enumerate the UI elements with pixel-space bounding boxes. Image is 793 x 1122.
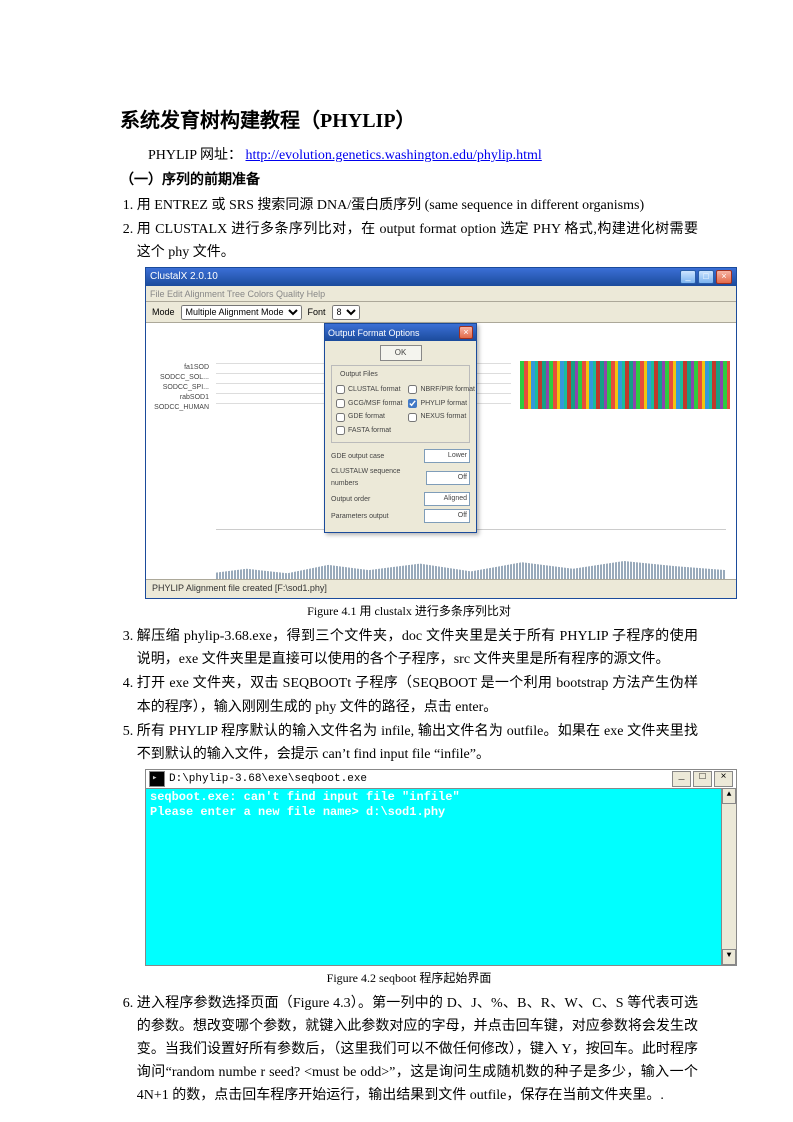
dialog-titlebar: Output Format Options × [325, 324, 476, 341]
menu-bar[interactable]: File Edit Alignment Tree Colors Quality … [146, 286, 736, 302]
page-title: 系统发育树构建教程（PHYLIP） [120, 105, 698, 138]
console-titlebar: D:\phylip-3.68\exe\seqboot.exe _ □ × [146, 770, 736, 789]
sequence-names: fa1SOD SODCC_SOL... SODCC_SPI... rabSOD1… [154, 363, 209, 413]
field-label: CLUSTALW sequence numbers [331, 466, 426, 489]
scroll-up-icon[interactable]: ▲ [722, 788, 736, 804]
list-item: 进入程序参数选择页面（Figure 4.3）。第一列中的 D、J、%、B、R、W… [137, 992, 698, 1107]
step-list: 解压缩 phylip-3.68.exe，得到三个文件夹，doc 文件夹里是关于所… [120, 625, 698, 766]
console-output[interactable]: seqboot.exe: can't find input file "infi… [146, 788, 722, 965]
field-label: GDE output case [331, 451, 384, 463]
group-label: Output Files [338, 369, 380, 381]
section-heading: （一）序列的前期准备 [120, 169, 698, 192]
intro-prefix: PHYLIP 网址： [148, 148, 246, 163]
mode-label: Mode [152, 305, 175, 320]
list-item: 用 ENTREZ 或 SRS 搜索同源 DNA/蛋白质序列 (same sequ… [137, 194, 698, 217]
nbrf-checkbox[interactable] [408, 385, 417, 394]
console-title-text: D:\phylip-3.68\exe\seqboot.exe [169, 770, 367, 788]
identity-graph [216, 529, 726, 580]
close-icon[interactable]: × [716, 270, 732, 284]
seqboot-console: D:\phylip-3.68\exe\seqboot.exe _ □ × seq… [145, 769, 737, 966]
ok-button[interactable]: OK [380, 345, 422, 360]
checkbox-label: GDE format [348, 411, 385, 423]
list-item: 打开 exe 文件夹，双击 SEQBOOTt 子程序（SEQBOOT 是一个利用… [137, 672, 698, 718]
dialog-title: Output Format Options [328, 326, 420, 341]
output-files-group: Output Files CLUSTAL format GCG/MSF form… [331, 365, 470, 444]
step-list: 进入程序参数选择页面（Figure 4.3）。第一列中的 D、J、%、B、R、W… [120, 992, 698, 1107]
cmd-icon [149, 771, 165, 787]
minimize-icon[interactable]: _ [672, 771, 691, 787]
list-item: 所有 PHYLIP 程序默认的输入文件名为 infile, 输出文件名为 out… [137, 720, 698, 766]
seq-name: fa1SOD [154, 363, 209, 373]
nexus-checkbox[interactable] [408, 413, 417, 422]
checkbox-label: PHYLIP format [420, 398, 467, 410]
list-item: 解压缩 phylip-3.68.exe，得到三个文件夹，doc 文件夹里是关于所… [137, 625, 698, 671]
checkbox-label: FASTA format [348, 425, 391, 437]
scrollbar[interactable]: ▲ ▼ [721, 788, 736, 965]
gcg-checkbox[interactable] [336, 399, 345, 408]
close-icon[interactable]: × [714, 771, 733, 787]
window-title: ClustalX 2.0.10 [150, 269, 218, 286]
seqnum-select[interactable]: Off [426, 471, 470, 485]
field-label: Output order [331, 494, 370, 506]
list-item: 用 CLUSTALX 进行多条序列比对，在 output format opti… [137, 218, 698, 264]
close-icon[interactable]: × [459, 326, 473, 339]
checkbox-label: NEXUS format [420, 411, 466, 423]
phylip-checkbox[interactable] [408, 399, 417, 408]
fasta-checkbox[interactable] [336, 426, 345, 435]
maximize-icon[interactable]: □ [698, 270, 714, 284]
params-select[interactable]: Off [424, 509, 470, 523]
figure-caption: Figure 4.1 用 clustalx 进行多条序列比对 [120, 602, 698, 622]
font-label: Font [308, 305, 326, 320]
toolbar: Mode Multiple Alignment Mode Font 8 [146, 302, 736, 323]
font-select[interactable]: 8 [332, 305, 360, 320]
clustalx-window: ClustalX 2.0.10 _ □ × File Edit Alignmen… [145, 267, 737, 599]
alignment-color-block [520, 361, 730, 409]
checkbox-label: CLUSTAL format [348, 384, 401, 396]
checkbox-label: NBRF/PIR format [420, 384, 474, 396]
output-format-dialog: Output Format Options × OK Output Files … [324, 323, 477, 533]
seq-name: SODCC_SPI... [154, 383, 209, 393]
window-titlebar: ClustalX 2.0.10 _ □ × [146, 268, 736, 286]
clustal-checkbox[interactable] [336, 385, 345, 394]
maximize-icon[interactable]: □ [693, 771, 712, 787]
intro-line: PHYLIP 网址： http://evolution.genetics.was… [120, 144, 698, 167]
field-label: Parameters output [331, 511, 389, 523]
scroll-down-icon[interactable]: ▼ [722, 949, 736, 965]
seq-name: SODCC_SOL... [154, 373, 209, 383]
status-bar: PHYLIP Alignment file created [F:\sod1.p… [146, 579, 736, 598]
checkbox-label: GCG/MSF format [348, 398, 402, 410]
order-select[interactable]: Aligned [424, 492, 470, 506]
gde-checkbox[interactable] [336, 413, 345, 422]
figure-caption: Figure 4.2 seqboot 程序起始界面 [120, 969, 698, 989]
seq-name: rabSOD1 [154, 393, 209, 403]
step-list: 用 ENTREZ 或 SRS 搜索同源 DNA/蛋白质序列 (same sequ… [120, 194, 698, 264]
minimize-icon[interactable]: _ [680, 270, 696, 284]
phylip-link[interactable]: http://evolution.genetics.washington.edu… [246, 148, 542, 163]
gde-case-select[interactable]: Lower [424, 449, 470, 463]
mode-select[interactable]: Multiple Alignment Mode [181, 305, 302, 320]
seq-name: SODCC_HUMAN [154, 403, 209, 413]
